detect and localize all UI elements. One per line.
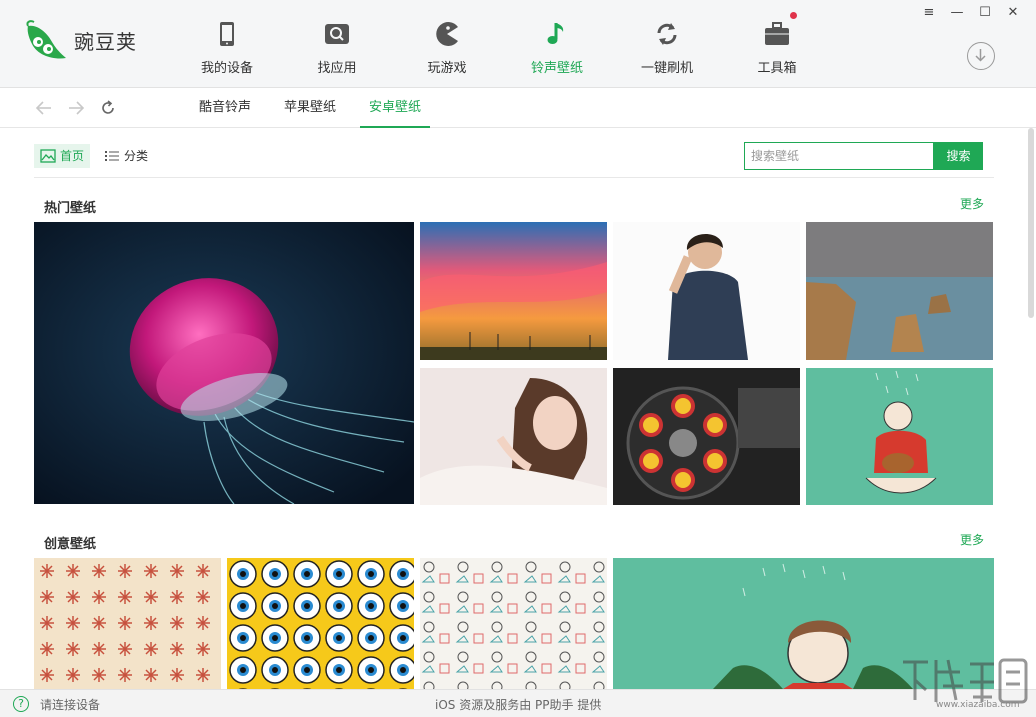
refresh-icon — [657, 23, 677, 45]
wallpaper-eyeball-pattern[interactable] — [227, 558, 414, 689]
help-icon[interactable]: ? — [13, 696, 29, 712]
music-note-icon — [547, 23, 564, 44]
nav-item-my-device[interactable]: 我的设备 — [172, 0, 282, 88]
wallpaper-portrait-man[interactable] — [613, 222, 800, 360]
download-button[interactable] — [967, 42, 995, 70]
logo-text: 豌豆荚 — [74, 29, 137, 54]
list-icon — [105, 151, 119, 161]
category-view-label: 分类 — [124, 149, 149, 163]
tab-apple-wallpapers[interactable]: 苹果壁纸 — [275, 88, 345, 128]
main-nav: 我的设备 找应用 玩游戏 铃声壁纸 一键刷机 工具箱 — [172, 0, 832, 88]
app-search-icon — [325, 24, 349, 44]
scrollbar-thumb[interactable] — [1028, 128, 1034, 318]
forward-arrow-icon[interactable] — [66, 98, 86, 118]
status-bar: ? 请连接设备 iOS 资源及服务由 PP助手 提供 — [0, 689, 1036, 717]
pea-pod-logo-icon — [26, 20, 66, 59]
wallpaper-jellyfish[interactable] — [34, 222, 414, 504]
connect-device-text[interactable]: 请连接设备 — [40, 696, 100, 713]
wallpaper-revolver-emoji[interactable] — [613, 368, 800, 505]
hot-section-title: 热门壁纸 — [44, 201, 97, 216]
search-input[interactable] — [744, 142, 934, 170]
revolver-image — [626, 386, 800, 500]
nav-item-find-apps[interactable]: 找应用 — [282, 0, 392, 88]
nav-item-ringtones-wallpapers[interactable]: 铃声壁纸 — [502, 0, 612, 88]
top-bar: 豌豆荚 我的设备 找应用 玩游戏 铃声壁纸 一键刷机 工具箱 ≡ — ☐ ✕ — [0, 0, 1036, 88]
category-view-button[interactable]: 分类 — [98, 144, 154, 168]
image-icon — [40, 149, 56, 163]
coast-image — [806, 222, 993, 360]
creative-section-title: 创意壁纸 — [44, 537, 97, 552]
hot-more-link[interactable]: 更多 — [960, 195, 984, 212]
wallpaper-ukulele-illustration[interactable] — [806, 368, 993, 505]
ios-service-text: iOS 资源及服务由 PP助手 提供 — [435, 698, 602, 712]
nav-label: 我的设备 — [200, 61, 253, 76]
home-view-label: 首页 — [60, 149, 85, 163]
home-view-button[interactable]: 首页 — [34, 144, 91, 168]
doodle-pattern-image — [420, 558, 607, 689]
nav-item-play-games[interactable]: 玩游戏 — [392, 0, 502, 88]
download-arrow-icon — [975, 49, 986, 62]
phone-icon — [220, 22, 234, 46]
portrait-girl-image — [420, 378, 607, 505]
watermark-url: www.xiazaiba.com — [936, 700, 1020, 710]
app-window: 豌豆荚 我的设备 找应用 玩游戏 铃声壁纸 一键刷机 工具箱 ≡ — ☐ ✕ 酷… — [0, 0, 1036, 717]
maximize-button[interactable]: ☐ — [975, 4, 995, 22]
back-arrow-icon[interactable] — [34, 98, 54, 118]
sub-nav-bar: 酷音铃声 苹果壁纸 安卓壁纸 — [0, 88, 1036, 128]
logo: 豌豆荚 — [24, 18, 154, 62]
toolbox-icon — [765, 22, 789, 45]
wallpaper-coast[interactable] — [806, 222, 993, 360]
reload-icon[interactable] — [98, 98, 118, 118]
wallpaper-content: 首页 分类 搜索 热门壁纸 更多 — [0, 128, 1036, 689]
wallpaper-doodle-pattern[interactable] — [420, 558, 607, 689]
divider — [34, 177, 994, 178]
portrait-man-image — [668, 233, 748, 360]
wallpaper-snowflake-pattern[interactable] — [34, 558, 221, 689]
menu-button[interactable]: ≡ — [919, 4, 939, 22]
ukulele-illustration-image — [865, 370, 937, 494]
nav-label: 玩游戏 — [427, 61, 467, 76]
pacman-icon — [436, 22, 458, 46]
search-button[interactable]: 搜索 — [934, 142, 983, 170]
tab-cool-ringtones[interactable]: 酷音铃声 — [190, 88, 260, 128]
close-button[interactable]: ✕ — [1003, 4, 1023, 22]
creative-more-link[interactable]: 更多 — [960, 531, 984, 548]
minimize-button[interactable]: — — [947, 4, 967, 22]
nav-label: 铃声壁纸 — [530, 61, 583, 76]
eyeball-pattern-image — [227, 558, 414, 689]
nav-item-one-click-flash[interactable]: 一键刷机 — [612, 0, 722, 88]
wallpaper-sunset[interactable] — [420, 222, 607, 360]
snowflake-pattern-image — [34, 558, 221, 689]
sunset-image — [420, 222, 607, 360]
wallpaper-portrait-girl[interactable] — [420, 368, 607, 505]
nav-label: 找应用 — [317, 61, 357, 76]
notification-dot — [790, 12, 797, 19]
jellyfish-image — [34, 222, 414, 504]
nav-label: 工具箱 — [757, 61, 797, 76]
tab-android-wallpapers[interactable]: 安卓壁纸 — [360, 88, 430, 128]
nav-label: 一键刷机 — [640, 61, 693, 76]
nav-item-toolbox[interactable]: 工具箱 — [722, 0, 832, 88]
